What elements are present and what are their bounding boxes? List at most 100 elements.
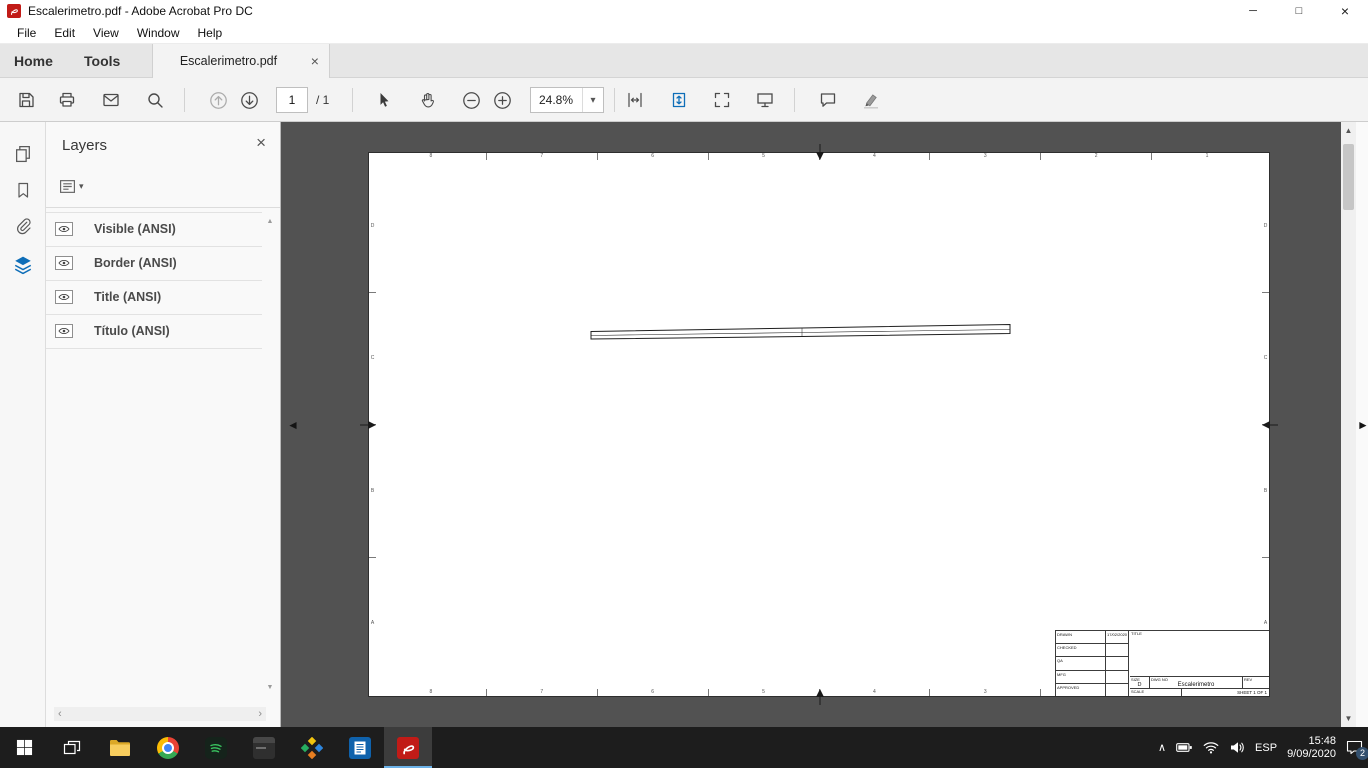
layers-panel-vertical-scrollbar[interactable]: ▲ ▼	[265, 218, 275, 691]
layers-icon	[14, 256, 32, 275]
layers-button[interactable]	[8, 250, 38, 280]
layer-visibility-toggle[interactable]	[55, 222, 73, 236]
save-button[interactable]	[12, 86, 40, 114]
tab-close-icon[interactable]: ×	[311, 53, 319, 69]
task-view-button[interactable]	[48, 727, 96, 768]
layers-panel-horizontal-scrollbar[interactable]: ‹ ›	[54, 707, 266, 721]
layer-row-border-ansi[interactable]: Border (ANSI)	[46, 247, 262, 281]
toolbar-divider	[352, 88, 353, 112]
paperclip-icon	[17, 218, 31, 235]
fit-width-button[interactable]	[621, 86, 649, 114]
page-number-input-box	[276, 87, 308, 113]
right-pane-strip: ►	[1356, 122, 1368, 727]
page-number-input[interactable]	[277, 88, 307, 112]
expand-right-pane-button[interactable]: ►	[1357, 419, 1368, 431]
zoom-level-dropdown[interactable]: 24.8% ▾	[530, 87, 604, 113]
action-center-button[interactable]: 2	[1346, 740, 1368, 760]
previous-page-icon	[209, 91, 227, 109]
fullscreen-button[interactable]	[708, 86, 736, 114]
scroll-up-icon[interactable]: ▲	[1341, 126, 1356, 135]
scroll-down-icon[interactable]: ▼	[267, 684, 274, 691]
scroll-right-icon[interactable]: ›	[258, 708, 262, 720]
tab-home[interactable]: Home	[14, 44, 53, 78]
layer-row-visible-ansi[interactable]: Visible (ANSI)	[46, 213, 262, 247]
hand-tool-button[interactable]	[414, 86, 442, 114]
file-explorer-button[interactable]	[96, 727, 144, 768]
save-icon	[19, 92, 34, 108]
layers-options-row: ▾	[46, 170, 280, 208]
wifi-icon[interactable]	[1203, 741, 1219, 754]
eye-icon	[58, 294, 70, 300]
battery-icon[interactable]	[1176, 741, 1193, 754]
search-button[interactable]	[141, 86, 169, 114]
scrollbar-thumb[interactable]	[1343, 144, 1354, 210]
layer-visibility-toggle[interactable]	[55, 256, 73, 270]
dark-app-button[interactable]	[240, 727, 288, 768]
attachments-button[interactable]	[8, 211, 38, 241]
diamond-app-button[interactable]	[288, 727, 336, 768]
zoom-in-icon	[493, 91, 511, 109]
layer-visibility-toggle[interactable]	[55, 290, 73, 304]
layer-row-title-ansi[interactable]: Title (ANSI)	[46, 281, 262, 315]
escalerimetro-drawing	[590, 323, 1011, 340]
bookmarks-button[interactable]	[8, 175, 38, 205]
tab-document[interactable]: Escalerimetro.pdf ×	[152, 44, 330, 78]
minimize-button[interactable]: ─	[1230, 0, 1276, 22]
notification-badge: 2	[1356, 746, 1368, 760]
layer-label: Título (ANSI)	[94, 324, 170, 338]
menu-window[interactable]: Window	[128, 22, 189, 43]
layers-options-button[interactable]: ▾	[59, 178, 84, 195]
zoom-in-button[interactable]	[488, 86, 516, 114]
menu-view[interactable]: View	[84, 22, 128, 43]
tab-tools[interactable]: Tools	[84, 44, 120, 78]
select-tool-icon	[380, 93, 389, 107]
menu-file[interactable]: File	[8, 22, 45, 43]
page-thumbnails-button[interactable]	[8, 138, 38, 168]
layer-label: Visible (ANSI)	[94, 222, 176, 236]
close-button[interactable]: ×	[1322, 0, 1368, 22]
fit-one-page-button[interactable]	[665, 86, 693, 114]
chrome-button[interactable]	[144, 727, 192, 768]
pdf-page[interactable]: 87654321 87654321 DCBA DCBA	[360, 144, 1278, 705]
select-tool-button[interactable]	[370, 86, 398, 114]
comment-button[interactable]	[814, 86, 842, 114]
zoom-out-button[interactable]	[457, 86, 485, 114]
menu-bar: File Edit View Window Help	[0, 22, 1368, 44]
scroll-left-icon[interactable]: ‹	[58, 708, 62, 720]
document-vertical-scrollbar[interactable]: ▲ ▼	[1341, 122, 1356, 727]
dark-app-icon	[253, 736, 275, 759]
presentation-button[interactable]	[751, 86, 779, 114]
acrobat-taskbar-button[interactable]	[384, 727, 432, 768]
chevron-down-icon: ▾	[79, 181, 84, 191]
previous-page-button[interactable]	[204, 86, 232, 114]
hidden-icons-chevron[interactable]: ∧	[1158, 741, 1166, 754]
email-button[interactable]	[97, 86, 125, 114]
next-page-button[interactable]	[235, 86, 263, 114]
page-thumbnails-icon	[15, 145, 30, 162]
blue-app-button[interactable]	[336, 727, 384, 768]
taskbar-clock[interactable]: 15:48 9/09/2020	[1287, 735, 1336, 761]
menu-edit[interactable]: Edit	[45, 22, 84, 43]
scroll-down-icon[interactable]: ▼	[1341, 714, 1356, 723]
green-app-button[interactable]	[192, 727, 240, 768]
clock-date: 9/09/2020	[1287, 747, 1336, 760]
windows-taskbar: ∧ ESP 15:48 9/09/2020 2	[0, 727, 1368, 768]
document-viewport[interactable]: 87654321 87654321 DCBA DCBA	[281, 122, 1356, 727]
eye-icon	[58, 328, 70, 334]
volume-icon[interactable]	[1229, 741, 1245, 754]
highlight-button[interactable]	[857, 86, 885, 114]
menu-help[interactable]: Help	[189, 22, 232, 43]
chevron-down-icon[interactable]: ▾	[582, 88, 603, 112]
sheet-size-value: D	[1137, 682, 1142, 688]
language-indicator[interactable]: ESP	[1255, 742, 1277, 754]
window-title: Escalerimetro.pdf - Adobe Acrobat Pro DC	[28, 4, 253, 18]
print-button[interactable]	[53, 86, 81, 114]
scroll-up-icon[interactable]: ▲	[267, 218, 274, 225]
layer-row-titulo-ansi[interactable]: Título (ANSI)	[46, 315, 262, 349]
layers-panel-close-icon[interactable]: ×	[256, 133, 266, 153]
layer-visibility-toggle[interactable]	[55, 324, 73, 338]
collapse-left-pane-button[interactable]: ◄	[287, 419, 299, 431]
title-block-dates-column: 17/02/2020	[1106, 631, 1129, 696]
start-button[interactable]	[0, 727, 48, 768]
maximize-button[interactable]: □	[1276, 0, 1322, 22]
